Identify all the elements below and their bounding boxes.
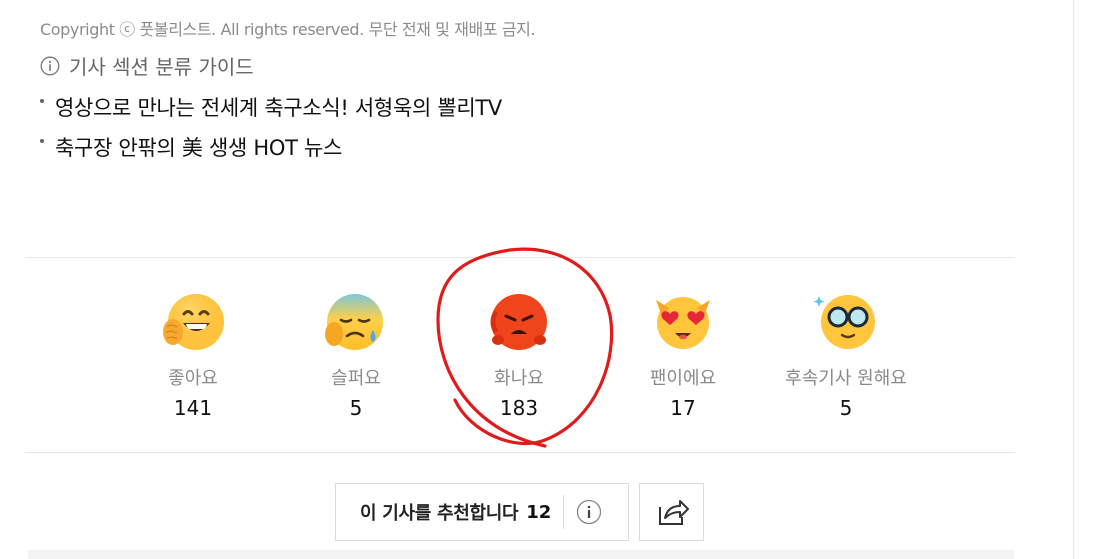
- reaction-fan-label: 팬이에요: [649, 368, 717, 389]
- related-link-1[interactable]: 영상으로 만나는 전세계 축구소식! 서형욱의 뽈리TV: [40, 92, 502, 122]
- info-icon: [40, 56, 60, 75]
- reaction-sad[interactable]: 슬퍼요 5: [281, 290, 431, 420]
- reaction-fan[interactable]: 팬이에요 17: [608, 290, 758, 420]
- related-link-1-text: 영상으로 만나는 전세계 축구소식! 서형욱의 뽈리TV: [55, 96, 502, 120]
- related-link-2-text: 축구장 안팎의 美 생생 HOT 뉴스: [55, 136, 343, 160]
- reaction-want-followup-label: 후속기사 원해요: [785, 368, 907, 389]
- reaction-fan-count: 17: [670, 396, 696, 420]
- angry-face-icon: [490, 294, 547, 350]
- bullet-icon: [40, 99, 44, 103]
- reaction-angry-label: 화나요: [494, 368, 544, 389]
- section-guide-label: 기사 섹션 분류 가이드: [69, 55, 254, 79]
- bullet-icon: [40, 139, 44, 143]
- divider-bottom: [25, 452, 1015, 453]
- recommend-count: 12: [526, 501, 552, 523]
- laughing-face-icon: [163, 294, 224, 350]
- reaction-angry-count: 183: [499, 396, 539, 420]
- reaction-want-followup-count: 5: [839, 396, 853, 420]
- heart-eyes-face-icon: [656, 297, 710, 349]
- info-icon[interactable]: [576, 499, 602, 525]
- related-link-2[interactable]: 축구장 안팎의 美 생생 HOT 뉴스: [40, 132, 342, 162]
- share-button[interactable]: [639, 483, 704, 541]
- recommend-article-button[interactable]: 이 기사를 추천합니다 12: [335, 483, 629, 541]
- recommend-separator: [563, 495, 565, 529]
- red-circle-annotation: [436, 247, 614, 448]
- page-right-border: [1073, 0, 1074, 559]
- reaction-sad-label: 슬퍼요: [331, 368, 381, 389]
- reaction-angry[interactable]: 화나요 183: [444, 290, 594, 420]
- glasses-face-icon: [813, 295, 875, 349]
- bottom-section-strip: [28, 550, 1014, 559]
- copyright-notice: Copyright ⓒ 풋볼리스트. All rights reserved. …: [40, 20, 536, 39]
- reaction-sad-count: 5: [349, 396, 363, 420]
- recommend-label: 이 기사를 추천합니다: [360, 503, 519, 524]
- crying-face-icon: [325, 294, 383, 350]
- share-icon: [658, 500, 689, 525]
- section-guide-link[interactable]: 기사 섹션 분류 가이드: [40, 51, 254, 80]
- reaction-bar: 좋아요 141 슬퍼요 5 화나요 183 팬이에요 17 후속기사 원해요 5: [0, 290, 1040, 430]
- reaction-like[interactable]: 좋아요 141: [118, 290, 268, 420]
- reaction-want-followup[interactable]: 후속기사 원해요 5: [771, 290, 921, 420]
- reaction-like-count: 141: [173, 396, 213, 420]
- divider-top: [25, 257, 1015, 258]
- reaction-like-label: 좋아요: [168, 368, 218, 389]
